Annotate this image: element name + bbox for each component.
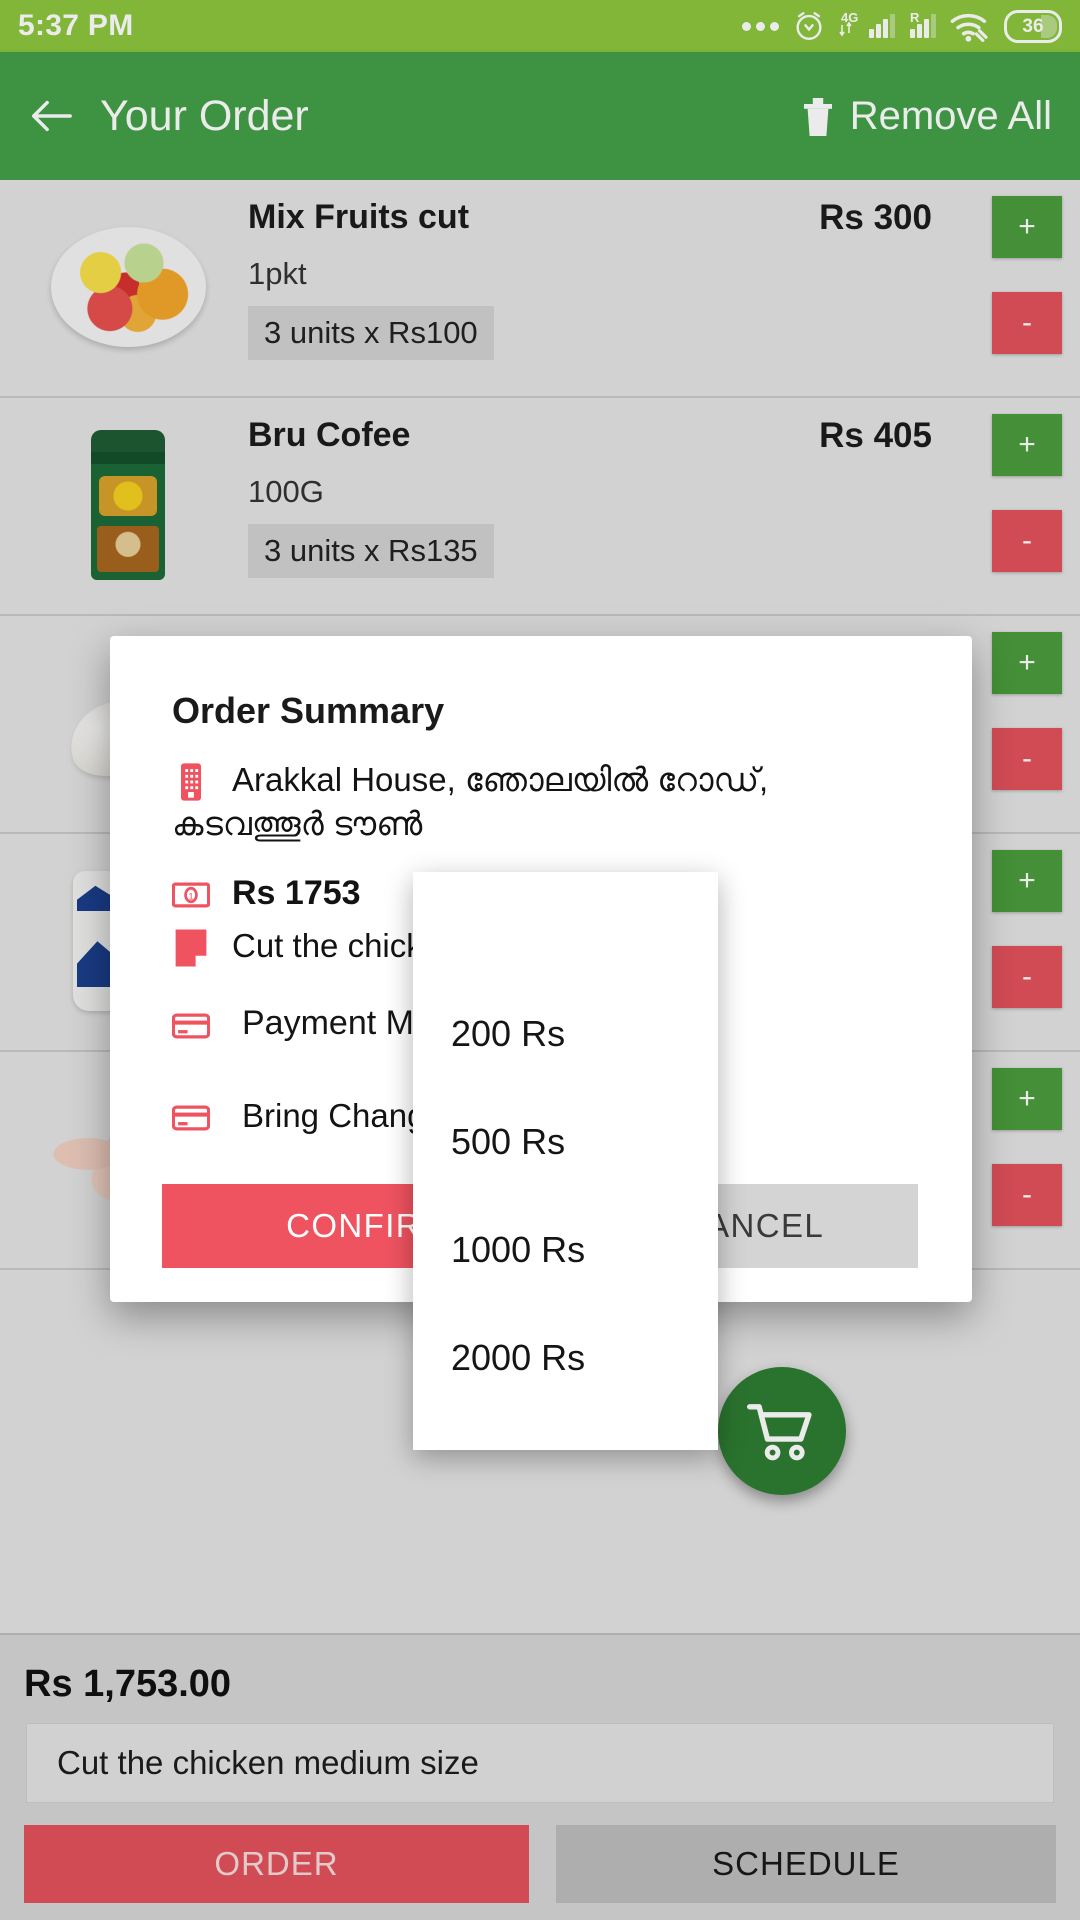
- order-amount: Rs 1753: [232, 874, 361, 913]
- dropdown-option[interactable]: 500 Rs: [413, 1088, 718, 1196]
- dropdown-option[interactable]: 2000 Rs: [413, 1304, 718, 1412]
- credit-card-icon: [172, 1105, 210, 1131]
- note-icon: [175, 929, 207, 967]
- credit-card-icon: [172, 1013, 210, 1039]
- dropdown-option[interactable]: 200 Rs: [413, 980, 718, 1088]
- dropdown-option[interactable]: 1000 Rs: [413, 1196, 718, 1304]
- app-screen: 5:37 PM 4G R 36 Your Order Remove All Mi…: [0, 0, 1080, 1920]
- svg-text:1: 1: [188, 892, 193, 903]
- bring-change-dropdown[interactable]: 200 Rs 500 Rs 1000 Rs 2000 Rs: [413, 872, 718, 1450]
- money-note-icon: 1: [172, 882, 210, 908]
- dialog-title: Order Summary: [172, 690, 445, 731]
- address-row: Arakkal House, ഞോലയിൽ റോഡ്, കടവത്തൂർ ടൗൺ: [110, 758, 972, 845]
- delivery-address: Arakkal House, ഞോലയിൽ റോഡ്, കടവത്തൂർ ടൗൺ: [172, 761, 769, 842]
- dropdown-spacer: [413, 872, 718, 980]
